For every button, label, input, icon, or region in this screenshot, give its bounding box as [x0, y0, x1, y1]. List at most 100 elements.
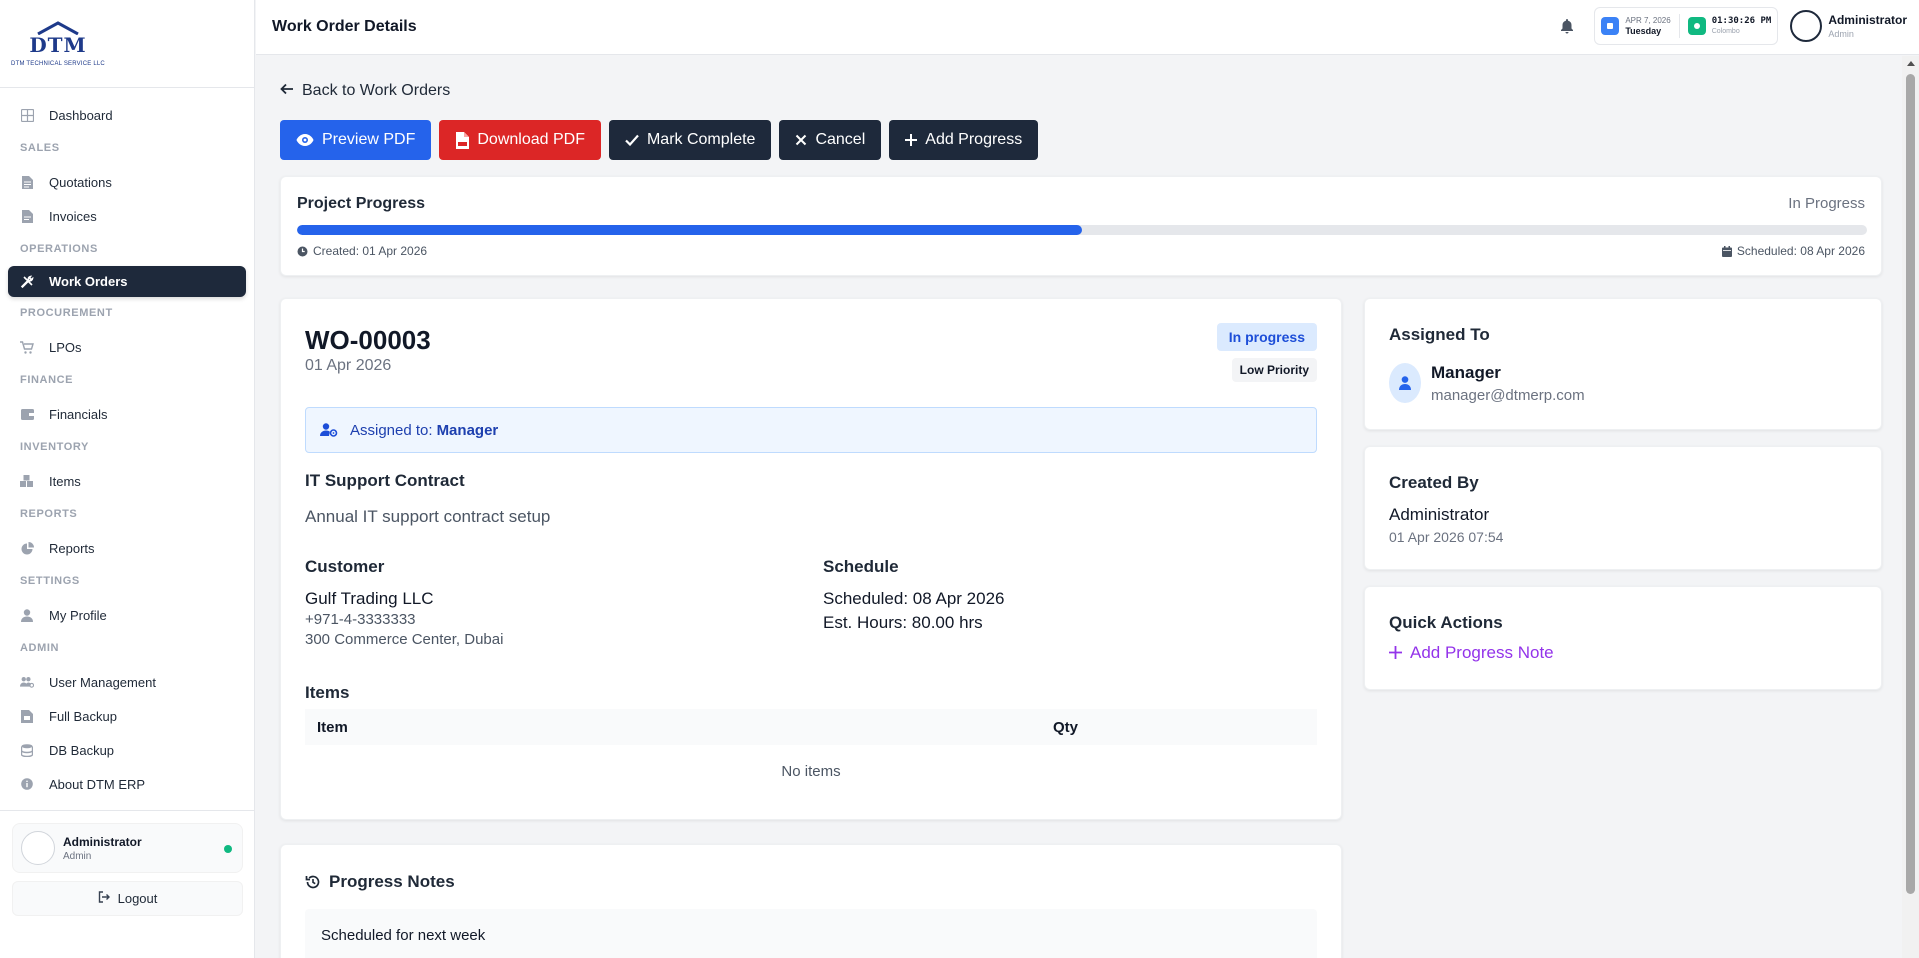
- archive-icon: [20, 709, 34, 723]
- progress-created-date: Created: 01 Apr 2026: [297, 244, 427, 258]
- page-scrollbar[interactable]: [1902, 56, 1919, 958]
- work-order-number: WO-00003: [305, 325, 431, 355]
- cancel-button[interactable]: Cancel: [779, 120, 882, 160]
- close-icon: [795, 134, 807, 146]
- sidebar-item-work-orders[interactable]: Work Orders: [8, 266, 246, 297]
- progress-title: Project Progress: [297, 195, 426, 212]
- pie-chart-icon: [20, 541, 34, 555]
- grid-icon: [20, 108, 34, 122]
- preview-pdf-label: Preview PDF: [322, 131, 416, 148]
- add-progress-note-link[interactable]: Add Progress Note: [1389, 643, 1554, 663]
- sidebar-footer: Administrator Admin Logout: [0, 810, 255, 958]
- sidebar-item-about-dtm-erp[interactable]: About DTM ERP: [8, 767, 246, 801]
- sidebar-item-label: Reports: [49, 540, 95, 556]
- work-order-description: Annual IT support contract setup: [305, 507, 551, 526]
- company-logo[interactable]: DTM DTM TECHNICAL SERVICE LLC: [11, 16, 105, 72]
- sidebar-item-db-backup[interactable]: DB Backup: [8, 733, 246, 767]
- sidebar-item-label: DB Backup: [49, 742, 115, 758]
- nav-section-inventory: INVENTORY: [20, 441, 89, 453]
- created-text: Created: 01 Apr 2026: [313, 244, 428, 258]
- main-content: Back to Work Orders Preview PDF Download…: [256, 56, 1902, 958]
- add-progress-label: Add Progress: [925, 131, 1023, 148]
- sidebar-item-full-backup[interactable]: Full Backup: [8, 699, 246, 733]
- quick-actions-title: Quick Actions: [1389, 613, 1503, 632]
- back-label: Back to Work Orders: [302, 82, 451, 99]
- date-time-widget: APR 7, 2026 Tuesday 01:30:26 PM Colombo: [1594, 7, 1779, 45]
- sidebar-item-dashboard[interactable]: Dashboard: [8, 98, 246, 132]
- divider: [1678, 14, 1680, 38]
- logo-mark: DTM: [29, 32, 87, 57]
- work-order-date: 01 Apr 2026: [305, 357, 392, 374]
- sidebar-item-invoices[interactable]: Invoices: [8, 199, 246, 233]
- created-by-title: Created By: [1389, 473, 1479, 492]
- sidebar-item-reports[interactable]: Reports: [8, 531, 246, 565]
- plus-icon: [905, 134, 918, 146]
- add-progress-button[interactable]: Add Progress: [889, 120, 1039, 160]
- nav-section-sales: SALES: [20, 142, 60, 154]
- download-pdf-button[interactable]: Download PDF: [439, 120, 601, 160]
- timezone-text: Colombo: [1711, 27, 1740, 35]
- assignee-email: manager@dtmerp.com: [1431, 387, 1585, 404]
- sidebar-item-lpos[interactable]: LPOs: [8, 330, 246, 364]
- calendar-icon: [1721, 245, 1732, 257]
- progress-status: In Progress: [1788, 195, 1865, 212]
- assigned-to-banner: Assigned to: Manager: [305, 407, 1317, 453]
- back-to-work-orders-link[interactable]: Back to Work Orders: [280, 82, 450, 100]
- work-order-detail-card: WO-00003 01 Apr 2026 In progress Low Pri…: [280, 298, 1342, 820]
- action-toolbar: Preview PDF Download PDF Mark Complete C…: [280, 120, 1046, 160]
- sidebar-user-role: Admin: [63, 850, 92, 862]
- sidebar-item-user-management[interactable]: User Management: [8, 665, 246, 699]
- database-icon: [20, 743, 34, 757]
- assigned-name: Manager: [436, 421, 499, 439]
- sidebar-item-items[interactable]: Items: [8, 464, 246, 498]
- customer-address: 300 Commerce Center, Dubai: [305, 631, 504, 648]
- download-pdf-label: Download PDF: [477, 131, 585, 148]
- schedule-heading: Schedule: [823, 557, 899, 576]
- items-empty-state: No items: [781, 762, 841, 780]
- status-badge: In progress: [1216, 323, 1317, 351]
- nav-section-reports: REPORTS: [20, 508, 78, 520]
- creator-name: Administrator: [1389, 505, 1490, 524]
- work-order-title: IT Support Contract: [305, 471, 465, 490]
- assigned-to-title: Assigned To: [1389, 325, 1490, 344]
- logout-button[interactable]: Logout: [12, 881, 243, 916]
- sidebar-item-quotations[interactable]: Quotations: [8, 165, 246, 199]
- sidebar-item-label: Invoices: [49, 208, 97, 224]
- sidebar-item-financials[interactable]: Financials: [8, 397, 246, 431]
- file-pdf-icon: [455, 131, 470, 149]
- scrollbar-thumb[interactable]: [1906, 74, 1915, 894]
- nav-section-admin: ADMIN: [20, 642, 60, 654]
- mark-complete-button[interactable]: Mark Complete: [608, 120, 772, 160]
- sidebar-item-my-profile[interactable]: My Profile: [8, 598, 246, 632]
- info-icon: [20, 777, 34, 791]
- preview-pdf-button[interactable]: Preview PDF: [280, 120, 432, 160]
- sidebar-item-label: Quotations: [49, 174, 112, 190]
- eye-icon: [296, 134, 314, 146]
- priority-badge: Low Priority: [1231, 358, 1317, 382]
- logout-label: Logout: [117, 891, 158, 906]
- logo-subtitle: DTM TECHNICAL SERVICE LLC: [11, 60, 105, 67]
- sidebar-user-card[interactable]: Administrator Admin: [12, 823, 243, 873]
- avatar: [21, 831, 55, 865]
- column-qty: Qty: [1053, 718, 1079, 736]
- items-table: Item Qty No items: [305, 709, 1317, 797]
- assigned-prefix: Assigned to:: [350, 421, 433, 439]
- progress-notes-heading: Progress Notes: [305, 872, 455, 892]
- bell-icon[interactable]: [1560, 17, 1578, 35]
- assigned-to-card: Assigned To Manager manager@dtmerp.com: [1364, 298, 1882, 430]
- sidebar: DTM DTM TECHNICAL SERVICE LLC Dashboard S…: [0, 0, 255, 958]
- sidebar-item-label: About DTM ERP: [49, 776, 146, 792]
- header-user-menu[interactable]: Administrator Admin: [1790, 10, 1907, 42]
- sidebar-item-label: Full Backup: [49, 708, 117, 724]
- sidebar-item-label: My Profile: [49, 607, 107, 623]
- logout-icon: [98, 891, 110, 906]
- scroll-up-arrow-icon[interactable]: [1907, 61, 1915, 66]
- sidebar-item-label: LPOs: [49, 339, 82, 355]
- logo-area: DTM DTM TECHNICAL SERVICE LLC: [0, 0, 254, 88]
- mark-complete-label: Mark Complete: [646, 131, 756, 148]
- sidebar-nav: Dashboard SALES Quotations Invoices OPERATIO…: [0, 88, 254, 801]
- customer-name: Gulf Trading LLC: [305, 589, 434, 608]
- nav-section-operations: OPERATIONS: [20, 243, 98, 255]
- clock-icon: [1687, 17, 1706, 35]
- column-item: Item: [317, 718, 348, 736]
